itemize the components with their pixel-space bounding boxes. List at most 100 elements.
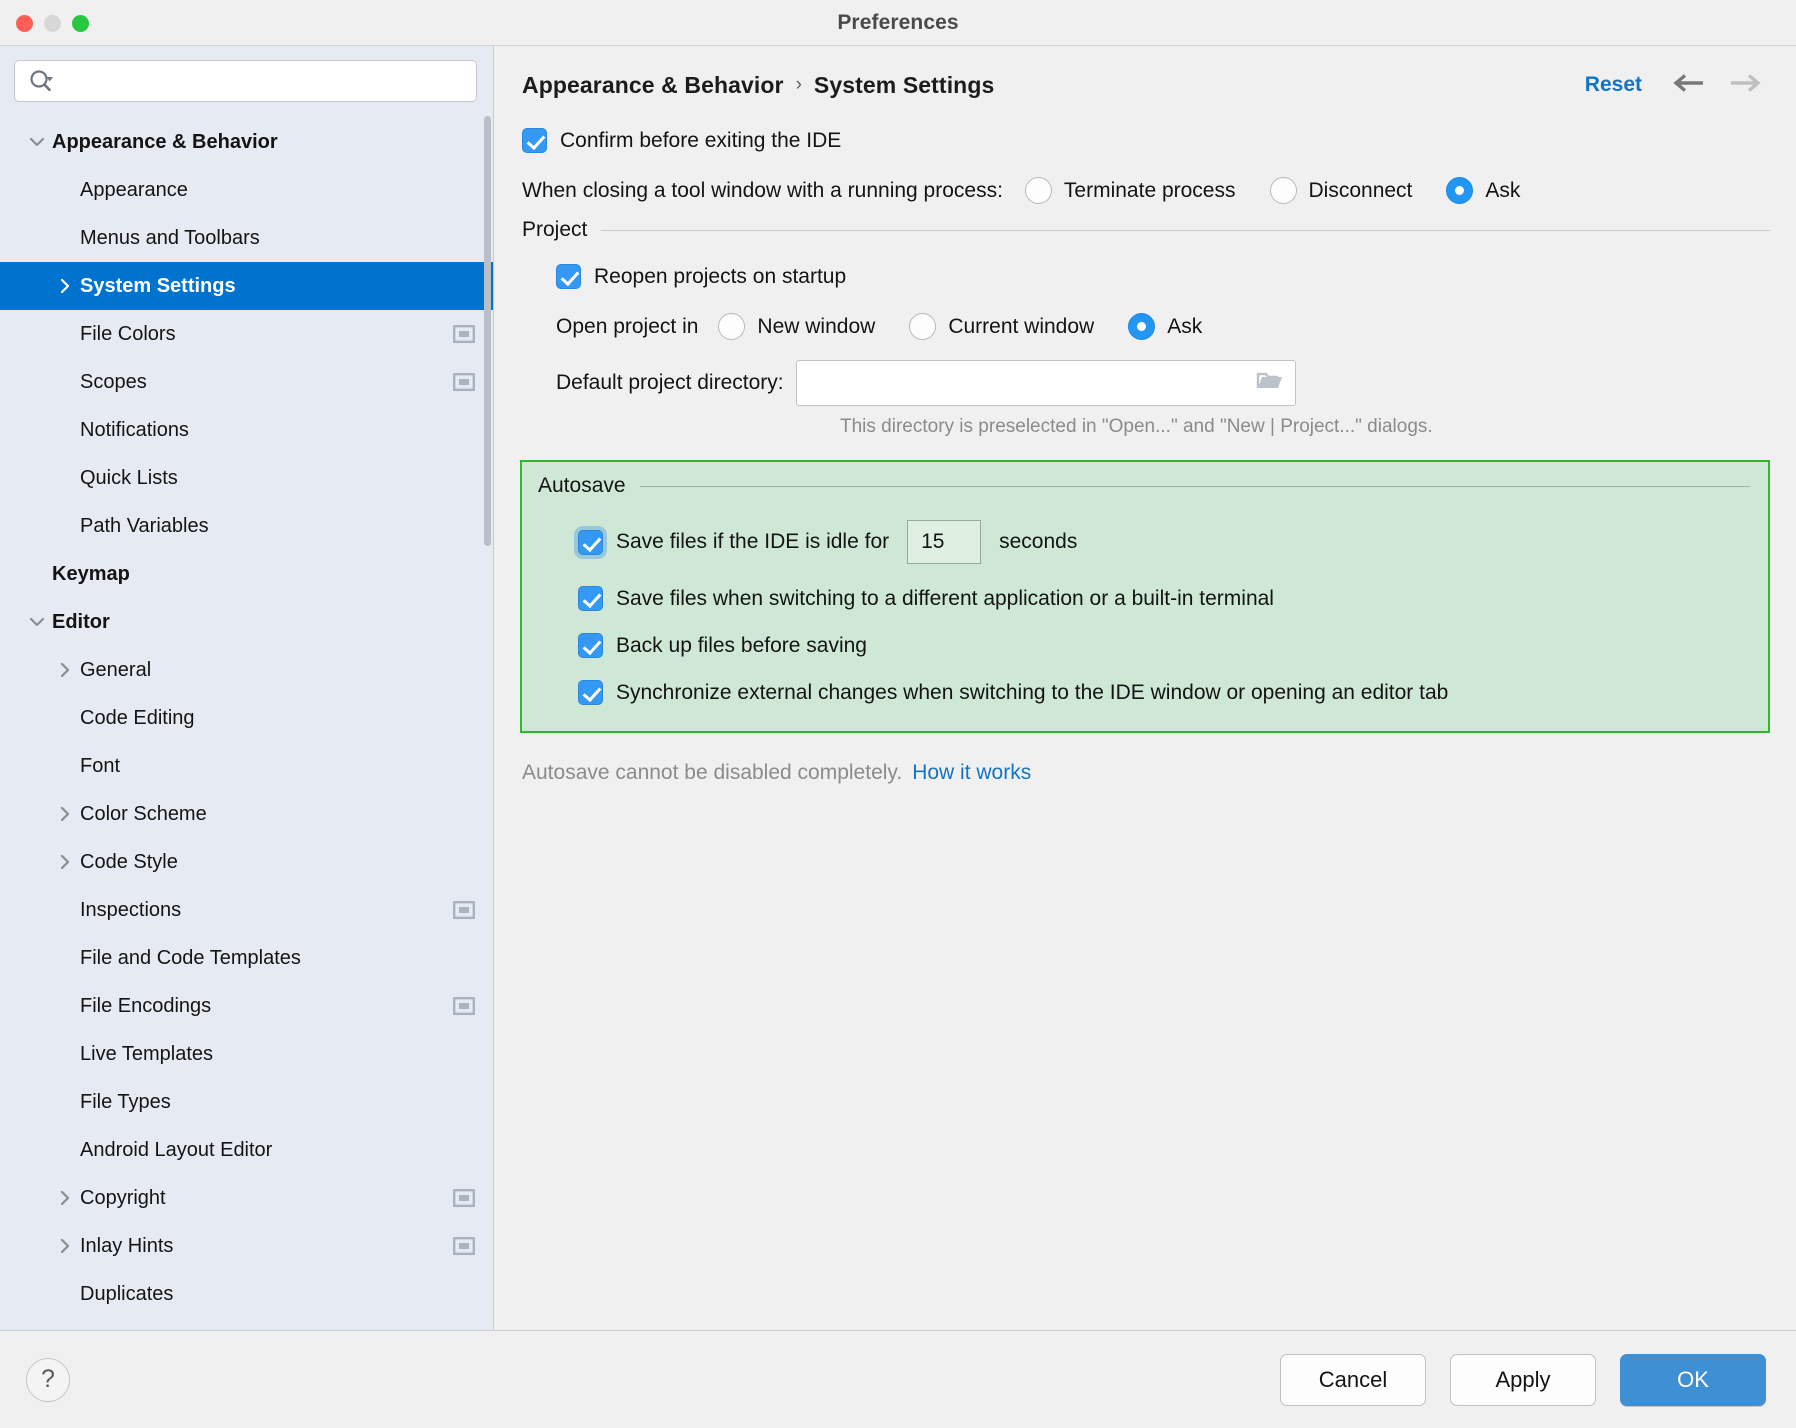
autosave-switch-app-checkbox[interactable] [578,586,603,611]
sidebar-item-editor[interactable]: Editor [0,598,493,646]
folder-icon[interactable] [1255,369,1285,398]
zoom-window-icon[interactable] [72,14,89,32]
autosave-idle-row[interactable]: Save files if the IDE is idle for 15 sec… [578,520,1750,564]
cancel-button[interactable]: Cancel [1280,1353,1426,1406]
sidebar-item-scopes[interactable]: Scopes [0,358,493,406]
confirm-exit-checkbox[interactable] [522,128,547,153]
reopen-projects-checkbox[interactable] [556,264,581,289]
autosave-idle-checkbox[interactable] [578,529,603,555]
project-scope-badge-icon [453,901,476,920]
open-project-in-row: Open project in New window Current windo… [556,313,1770,340]
search-input[interactable] [63,71,466,91]
chevron-right-icon[interactable] [50,1189,80,1207]
sidebar-item-label: Code Editing [80,706,195,729]
how-it-works-link[interactable]: How it works [912,761,1031,785]
sidebar-item-notifications[interactable]: Notifications [0,406,493,454]
radio-terminate-process[interactable] [1024,177,1052,204]
sidebar-item-label: Inspections [80,898,182,921]
sidebar-item-file-colors[interactable]: File Colors [0,310,493,358]
default-directory-field[interactable] [795,360,1296,406]
project-scope-badge-icon [453,997,476,1016]
ok-button[interactable]: OK [1620,1353,1766,1406]
project-scope-badge-icon [453,325,476,344]
autosave-switch-app-row[interactable]: Save files when switching to a different… [578,586,1750,611]
forward-arrow-icon[interactable] [1728,72,1762,99]
closing-tool-window-row: When closing a tool window with a runnin… [520,177,1770,204]
autosave-sync-row[interactable]: Synchronize external changes when switch… [578,680,1750,705]
autosave-backup-row[interactable]: Back up files before saving [578,633,1750,658]
autosave-backup-checkbox[interactable] [578,633,603,658]
sidebar-item-label: System Settings [80,274,236,297]
sidebar-item-appearance-behavior[interactable]: Appearance & Behavior [0,118,493,166]
sidebar-item-label: Scopes [80,370,147,393]
chevron-down-icon[interactable] [22,613,52,631]
sidebar-item-label: Code Style [80,850,178,873]
sidebar-item-font[interactable]: Font [0,742,493,790]
sidebar-item-label: Font [80,754,121,777]
radio-new-window[interactable] [718,313,746,340]
chevron-right-icon[interactable] [50,1237,80,1255]
autosave-group-body: Save files if the IDE is idle for 15 sec… [536,520,1750,705]
sidebar-item-system-settings[interactable]: System Settings [0,262,493,310]
sidebar-item-file-encodings[interactable]: File Encodings [0,982,493,1030]
radio-ask-open-project[interactable] [1128,313,1156,340]
sidebar-item-quick-lists[interactable]: Quick Lists [0,454,493,502]
autosave-idle-seconds-input[interactable]: 15 [907,520,982,564]
project-group-rule [601,229,1770,231]
sidebar-item-live-templates[interactable]: Live Templates [0,1030,493,1078]
sidebar-item-general[interactable]: General [0,646,493,694]
autosave-note-text: Autosave cannot be disabled completely. [522,761,903,784]
help-button[interactable]: ? [26,1357,70,1402]
radio-ask-tool-window[interactable] [1446,177,1474,204]
apply-button[interactable]: Apply [1450,1353,1596,1406]
sidebar-item-label: Quick Lists [80,466,178,489]
chevron-down-icon[interactable] [22,133,52,151]
sidebar-item-duplicates[interactable]: Duplicates [0,1270,493,1318]
sidebar-item-file-and-code-templates[interactable]: File and Code Templates [0,934,493,982]
sidebar-item-label: Duplicates [80,1282,174,1305]
sidebar-item-inspections[interactable]: Inspections [0,886,493,934]
sidebar-item-label: Copyright [80,1186,166,1209]
radio-disconnect[interactable] [1269,177,1297,204]
project-group-body: Reopen projects on startup Open project … [520,264,1770,438]
reset-button[interactable]: Reset [1585,73,1642,97]
sidebar-item-path-variables[interactable]: Path Variables [0,502,493,550]
sidebar-item-code-editing[interactable]: Code Editing [0,694,493,742]
chevron-right-icon[interactable] [50,853,80,871]
sidebar-item-android-layout-editor[interactable]: Android Layout Editor [0,1126,493,1174]
sidebar-item-menus-and-toolbars[interactable]: Menus and Toolbars [0,214,493,262]
sidebar-item-copyright[interactable]: Copyright [0,1174,493,1222]
project-scope-badge-icon [453,1189,476,1208]
title-bar: Preferences [0,0,1796,46]
sidebar-item-file-types[interactable]: File Types [0,1078,493,1126]
sidebar-item-label: File and Code Templates [80,946,301,969]
search-box[interactable] [14,60,477,102]
minimize-window-icon[interactable] [44,14,61,32]
project-group-header: Project [520,218,1770,242]
project-scope-badge-icon [453,1237,476,1256]
autosave-sync-checkbox[interactable] [578,680,603,705]
chevron-right-icon[interactable] [50,805,80,823]
radio-disconnect-label: Disconnect [1308,178,1413,202]
sidebar-item-keymap[interactable]: Keymap [0,550,493,598]
back-arrow-icon[interactable] [1672,72,1706,99]
sidebar-item-appearance[interactable]: Appearance [0,166,493,214]
autosave-group: Autosave Save files if the IDE is idle f… [520,460,1770,733]
breadcrumb-item-0[interactable]: Appearance & Behavior [522,72,784,99]
chevron-right-icon[interactable] [50,661,80,679]
breadcrumb-item-1: System Settings [813,71,995,98]
sidebar-item-color-scheme[interactable]: Color Scheme [0,790,493,838]
confirm-exit-row[interactable]: Confirm before exiting the IDE [520,128,1770,153]
sidebar-item-label: Menus and Toolbars [80,226,260,249]
close-window-icon[interactable] [16,14,33,32]
chevron-right-icon[interactable] [50,277,80,295]
window-controls [16,0,89,46]
sidebar-item-code-style[interactable]: Code Style [0,838,493,886]
dialog-footer: ? Cancel Apply OK [0,1330,1796,1428]
sidebar-scrollbar[interactable] [484,116,491,546]
radio-current-window[interactable] [909,313,937,340]
sidebar-item-label: Appearance & Behavior [52,130,278,153]
open-project-in-label: Open project in [556,314,699,338]
reopen-projects-row[interactable]: Reopen projects on startup [556,264,1770,289]
sidebar-item-inlay-hints[interactable]: Inlay Hints [0,1222,493,1270]
